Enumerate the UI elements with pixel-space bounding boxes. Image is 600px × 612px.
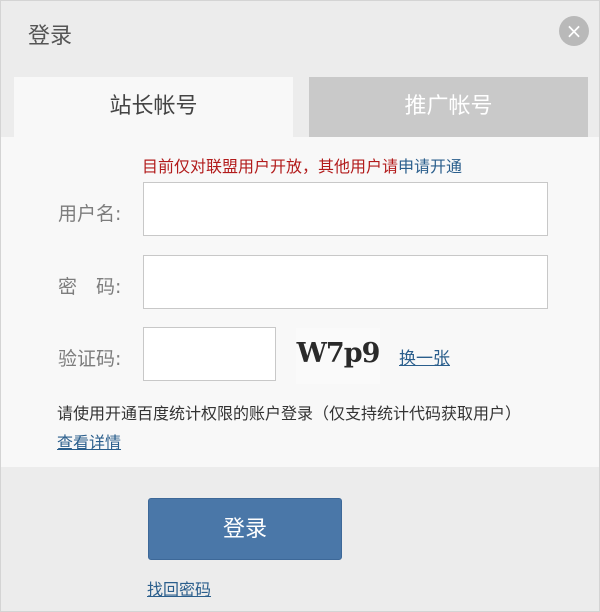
captcha-label: 验证码: — [58, 348, 122, 370]
password-input[interactable] — [143, 255, 548, 309]
password-label: 密 码: — [58, 276, 122, 298]
captcha-image-text: W7p9 — [296, 338, 381, 369]
login-info-text: 请使用开通百度统计权限的账户登录（仅支持统计代码获取用户） — [57, 404, 522, 423]
captcha-image[interactable]: W7p9 — [296, 328, 380, 384]
notice-text: 目前仅对联盟用户开放，其他用户请申请开通 — [142, 153, 462, 177]
refresh-captcha-link[interactable]: 换一张 — [399, 344, 450, 369]
notice-message: 目前仅对联盟用户开放，其他用户请 — [142, 157, 399, 176]
close-icon: × — [565, 19, 583, 43]
username-input[interactable] — [143, 182, 548, 236]
login-dialog: 登录 × 站长帐号 推广帐号 目前仅对联盟用户开放，其他用户请申请开通 用户名:… — [0, 0, 600, 612]
apply-link[interactable]: 申请开通 — [398, 157, 462, 176]
close-button[interactable]: × — [559, 16, 589, 46]
dialog-titlebar: 登录 × — [1, 1, 599, 63]
login-button[interactable]: 登录 — [148, 498, 342, 560]
recover-password-link[interactable]: 找回密码 — [147, 576, 211, 600]
dialog-title: 登录 — [28, 24, 73, 49]
tab-webmaster-account[interactable]: 站长帐号 — [14, 77, 293, 137]
captcha-input[interactable] — [143, 327, 276, 381]
username-label: 用户名: — [58, 203, 122, 225]
tab-promotion-account[interactable]: 推广帐号 — [309, 77, 588, 137]
view-details-link[interactable]: 查看详情 — [57, 429, 121, 453]
